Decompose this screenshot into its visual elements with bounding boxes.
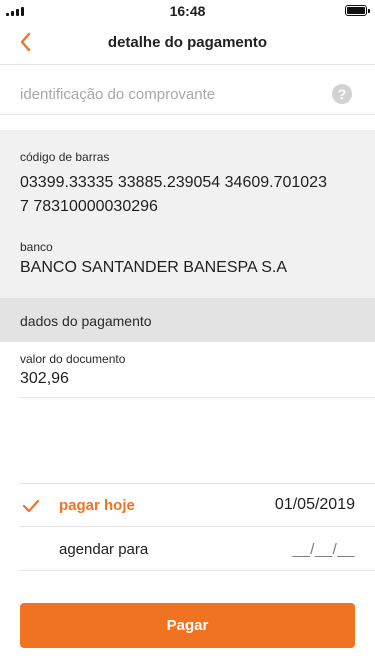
pay-today-date: 01/05/2019 xyxy=(274,496,355,513)
barcode-label: código de barras xyxy=(20,150,110,164)
field-divider xyxy=(0,114,375,115)
nav-header: detalhe do pagamento xyxy=(0,22,375,64)
barcode-line-1: 03399.33335 33885.239054 34609.701023 xyxy=(20,174,327,191)
option-mid-divider xyxy=(20,526,375,527)
bank-value: BANCO SANTANDER BANESPA S.A xyxy=(20,259,288,276)
status-time: 16:48 xyxy=(169,3,206,19)
payment-data-title: dados do pagamento xyxy=(20,313,152,329)
battery-icon xyxy=(345,5,370,16)
amount-label: valor do documento xyxy=(20,352,126,366)
pay-today-option[interactable]: pagar hoje xyxy=(59,497,135,514)
schedule-date-field[interactable]: __/__/__ xyxy=(293,541,355,558)
checkmark-icon xyxy=(22,499,40,513)
amount-value: 302,96 xyxy=(20,370,69,387)
receipt-id-input[interactable]: identificação do comprovante xyxy=(20,86,215,103)
bank-label: banco xyxy=(20,240,53,254)
header-divider xyxy=(0,64,375,65)
option-top-divider xyxy=(20,483,375,484)
help-icon[interactable]: ? xyxy=(332,84,352,104)
option-bottom-divider xyxy=(20,570,375,571)
schedule-option[interactable]: agendar para xyxy=(59,541,148,558)
page-title: detalhe do pagamento xyxy=(107,34,268,51)
barcode-value: 03399.33335 33885.239054 34609.701023 7 … xyxy=(20,171,360,219)
amount-divider xyxy=(20,397,375,398)
pay-button[interactable]: Pagar xyxy=(20,603,355,648)
barcode-line-2: 7 78310000030296 xyxy=(20,198,158,215)
status-bar: 16:48 xyxy=(0,0,375,22)
